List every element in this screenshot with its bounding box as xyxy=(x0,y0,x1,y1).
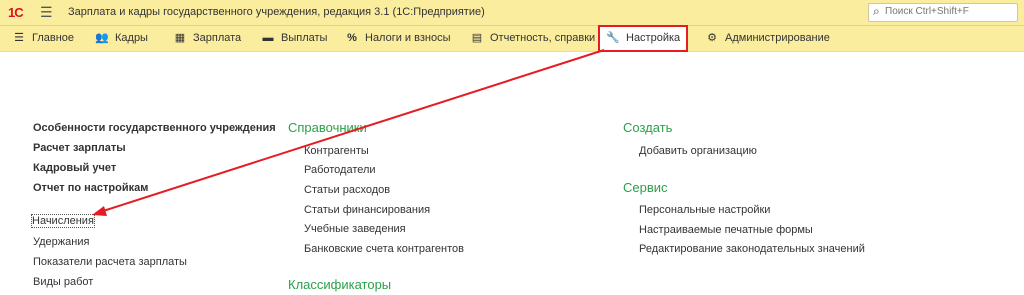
annotation-arrow xyxy=(92,49,605,216)
